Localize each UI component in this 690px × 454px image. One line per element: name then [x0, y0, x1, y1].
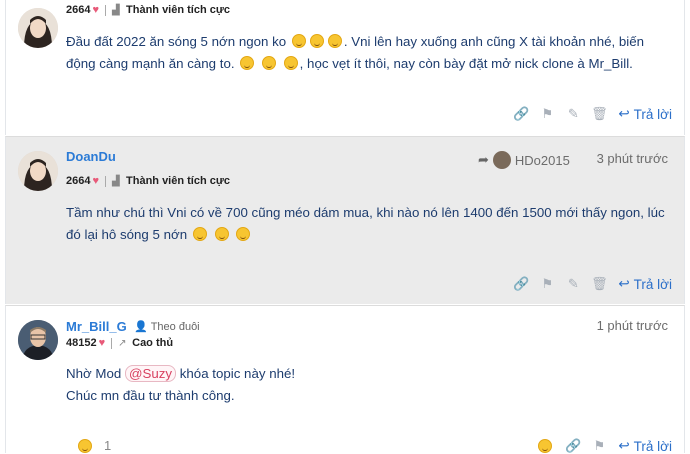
user-points: 48152 — [66, 337, 97, 349]
reply-to-avatar — [492, 151, 511, 169]
smile-reaction-icon — [78, 438, 92, 453]
heart-icon: ♥ — [92, 175, 100, 187]
rank-icon: ↗ — [118, 337, 127, 349]
post-2: DoanDu 2664 ♥ ▟ Thành viên tích cực ➦ HDo… — [5, 136, 685, 304]
content-text: đó lại hô sóng 5 nớn — [66, 227, 188, 242]
post-content: Nhờ Mod @Suzy khóa topic này nhé! Chúc m… — [66, 363, 668, 407]
divider — [105, 175, 107, 187]
rofl-emoji-icon — [214, 227, 229, 241]
reply-button[interactable]: ↩ Trả lời — [618, 276, 672, 292]
user-points: 2664 — [66, 175, 91, 187]
flag-icon[interactable]: ⚑ — [540, 276, 554, 291]
rank-icon: ▟ — [112, 175, 120, 187]
rofl-emoji-icon — [236, 227, 251, 241]
grin-emoji-icon — [240, 56, 255, 70]
link-icon[interactable]: 🔗 — [513, 106, 529, 121]
reply-label: Trả lời — [633, 106, 672, 122]
post-3: Mr_Bill_G 👤 Theo đuôi 48152 ♥ ↗ Cao thủ 1 … — [5, 305, 685, 454]
avatar[interactable] — [18, 151, 58, 191]
reply-to-user: HDo2015 — [514, 152, 570, 168]
user-points: 2664 — [66, 4, 91, 16]
content-text: Đầu đất 2022 ăn sóng 5 nớn ngon ko — [66, 34, 287, 49]
reply-arrow-icon: ↩ — [618, 438, 630, 453]
post-time: 3 phút trước — [596, 151, 668, 166]
reply-button[interactable]: ↩ Trả lời — [618, 438, 672, 454]
user-rank: Cao thủ — [132, 337, 174, 349]
post-time: 1 phút trước — [596, 318, 668, 333]
flag-icon[interactable]: ⚑ — [592, 438, 606, 453]
post-actions: 🔗 ⚑ ✎ 🗑 ↩ Trả lời — [513, 276, 672, 292]
user-rank: Thành viên tích cực — [126, 4, 230, 16]
avatar[interactable] — [18, 320, 58, 360]
link-icon[interactable]: 🔗 — [513, 276, 529, 291]
content-text: Chúc mn đầu tư thành công. — [66, 388, 235, 403]
rofl-emoji-icon — [327, 34, 342, 48]
reply-button[interactable]: ↩ Trả lời — [618, 106, 672, 122]
edit-icon[interactable]: ✎ — [566, 276, 580, 291]
content-text: động càng mạnh ăn càng to. — [66, 56, 235, 71]
rofl-emoji-icon — [192, 227, 207, 241]
reply-to[interactable]: ➦ HDo2015 — [478, 151, 570, 169]
content-text: Nhờ Mod — [66, 366, 122, 381]
post-actions: 🔗 ⚑ ✎ 🗑 ↩ Trả lời — [513, 106, 672, 122]
content-text: . Vni lên hay xuống anh cũng X tài khoản… — [343, 34, 645, 49]
link-icon[interactable]: 🔗 — [565, 438, 581, 453]
grin-emoji-icon — [261, 56, 276, 70]
reaction-bar[interactable]: 1 — [76, 438, 111, 453]
user-meta: 2664 ♥ ▟ Thành viên tích cực — [66, 175, 230, 187]
user-meta: 48152 ♥ ↗ Cao thủ — [66, 337, 173, 349]
heart-icon: ♥ — [92, 4, 100, 16]
trash-icon[interactable]: 🗑 — [591, 276, 608, 291]
reaction-count: 1 — [104, 438, 112, 453]
post-1: 2664 ♥ ▟ Thành viên tích cực Đầu đất 2022… — [5, 0, 685, 135]
smile-icon[interactable] — [538, 439, 553, 453]
rank-icon: ▟ — [112, 4, 120, 16]
username[interactable]: Mr_Bill_G — [66, 319, 127, 334]
edit-icon[interactable]: ✎ — [566, 106, 580, 121]
reply-arrow-icon: ↩ — [618, 276, 630, 291]
post-actions: 🔗 ⚑ ↩ Trả lời — [536, 438, 672, 454]
flag-icon[interactable]: ⚑ — [540, 106, 554, 121]
post-content: Tầm như chú thì Vni có về 700 cũng méo d… — [66, 202, 668, 246]
reply-arrow-icon: ↩ — [618, 106, 630, 121]
avatar[interactable] — [18, 8, 58, 48]
rofl-emoji-icon — [291, 34, 306, 48]
divider — [105, 4, 107, 16]
content-text: Tầm như chú thì Vni có về 700 cũng méo d… — [66, 205, 665, 220]
reply-to-arrow-icon: ➦ — [478, 152, 489, 167]
user-mention[interactable]: @Suzy — [124, 365, 177, 382]
follow-icon: 👤 — [134, 321, 148, 333]
trash-icon[interactable]: 🗑 — [591, 106, 608, 121]
content-text: , học vẹt ít thôi, nay còn bày đặt mở ni… — [299, 56, 633, 71]
post-content: Đầu đất 2022 ăn sóng 5 nớn ngon ko . Vni… — [66, 31, 668, 75]
content-text: khóa topic này nhé! — [179, 366, 296, 381]
follow-label[interactable]: 👤 Theo đuôi — [134, 320, 200, 334]
rofl-emoji-icon — [309, 34, 324, 48]
username[interactable]: DoanDu — [66, 149, 116, 164]
heart-icon: ♥ — [98, 337, 106, 349]
user-meta: 2664 ♥ ▟ Thành viên tích cực — [66, 4, 230, 16]
reply-label: Trả lời — [633, 438, 672, 454]
reply-label: Trả lời — [633, 276, 672, 292]
divider — [111, 337, 113, 349]
grin-emoji-icon — [283, 56, 298, 70]
user-rank: Thành viên tích cực — [126, 175, 230, 187]
